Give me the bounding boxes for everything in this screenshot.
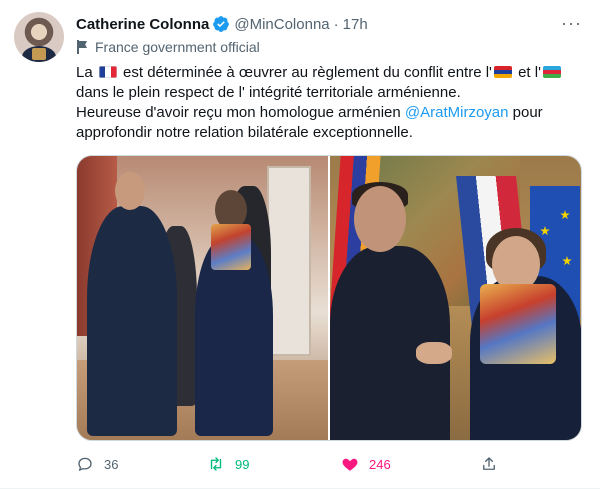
tweet-text-line-4: approfondir notre relation bilatérale ex… [76, 124, 413, 141]
author-name[interactable]: Catherine Colonna [76, 16, 209, 33]
avatar-scarf [32, 48, 46, 60]
government-label-text: France government official [95, 39, 260, 55]
retweet-count: 99 [235, 456, 250, 472]
photo-handshake-hands [416, 342, 452, 364]
text-segment: Heureuse d'avoir reçu mon homologue armé… [76, 104, 401, 121]
text-segment: et l' [518, 64, 541, 81]
action-bar: 36 99 246 [76, 453, 506, 475]
share-icon [483, 457, 495, 470]
author-handle[interactable]: @MinColonna [234, 16, 329, 33]
reply-button[interactable]: 36 [76, 455, 118, 473]
text-segment: pour [512, 104, 543, 121]
tweet-text: La est déterminée à œuvrer au règlement … [76, 63, 584, 143]
flag-label-icon [76, 40, 88, 54]
eu-star-icon [562, 256, 572, 266]
government-label: France government official [76, 39, 260, 55]
tweet-text-line-2: dans le plein respect de l' intégrité te… [76, 84, 461, 101]
like-count: 246 [369, 456, 391, 472]
tweet-header: Catherine Colonna @MinColonna · 17h [76, 13, 368, 35]
photo-head [354, 186, 406, 252]
mention-link[interactable]: @AratMirzoyan [405, 104, 509, 121]
retweet-button[interactable]: 99 [207, 455, 249, 473]
armenia-flag-icon [493, 66, 512, 78]
photo-scarf [480, 284, 556, 364]
retweet-icon [210, 457, 222, 471]
eu-star-icon [540, 226, 550, 236]
tweet-text-line-3: Heureuse d'avoir reçu mon homologue armé… [76, 103, 584, 123]
more-options-icon[interactable]: ··· [561, 14, 582, 32]
photo-scarf [211, 224, 251, 270]
france-flag-icon [98, 66, 117, 78]
text-segment: est déterminée à œuvrer au règlement du … [123, 64, 492, 81]
photo-person [87, 206, 177, 436]
photo-head [115, 172, 145, 210]
author-avatar[interactable] [14, 12, 64, 62]
separator-dot: · [333, 15, 339, 33]
share-button[interactable] [480, 455, 498, 473]
photo-handshake[interactable] [330, 156, 581, 440]
verified-badge-icon [213, 16, 230, 32]
heart-icon [342, 458, 358, 471]
reply-icon [78, 457, 92, 472]
tweet-text-line-1: La est déterminée à œuvrer au règlement … [76, 63, 584, 83]
photo-corridor-walk[interactable] [77, 156, 328, 440]
azerbaijan-flag-icon [542, 66, 561, 78]
tweet-timestamp[interactable]: 17h [343, 16, 368, 33]
eu-star-icon [560, 210, 570, 220]
photo-door [267, 166, 311, 356]
like-button[interactable]: 246 [341, 455, 391, 473]
tweet-card[interactable]: Catherine Colonna @MinColonna · 17h ··· … [0, 0, 600, 489]
text-segment: La [76, 64, 93, 81]
reply-count: 36 [104, 456, 119, 472]
media-grid [76, 155, 582, 441]
